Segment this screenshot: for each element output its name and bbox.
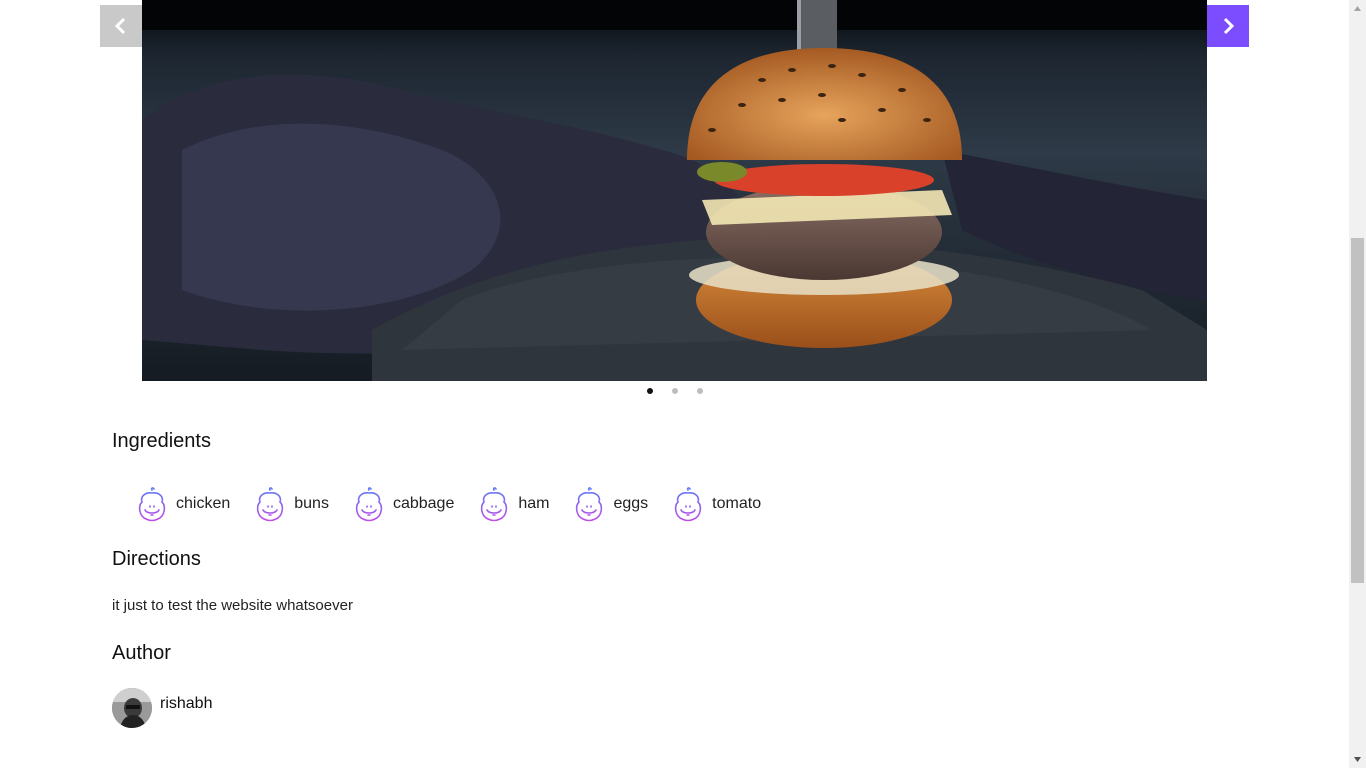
ingredient-item-chicken: chicken (134, 486, 230, 522)
ingredient-icon (351, 486, 387, 522)
ingredient-icon (252, 486, 288, 522)
carousel-indicators (100, 388, 1249, 400)
directions-text: it just to test the website whatsoever (112, 597, 353, 614)
author-name-link[interactable]: rishabh (160, 695, 212, 713)
ingredient-item-eggs: eggs (571, 486, 648, 522)
ingredient-label: tomato (712, 495, 762, 512)
ingredients-list: chicken buns cabbage ham eggs tomato (134, 486, 783, 522)
ingredient-label: chicken (176, 495, 231, 512)
scroll-up-arrow-icon[interactable] (1349, 0, 1366, 17)
ingredient-label: buns (294, 495, 329, 512)
ingredient-item-ham: ham (476, 486, 549, 522)
ingredient-label: eggs (613, 495, 649, 512)
ingredient-label: ham (518, 495, 550, 512)
ingredient-label: cabbage (392, 495, 455, 512)
carousel-dot-2[interactable] (671, 388, 678, 394)
avatar-photo (112, 688, 152, 728)
ingredient-icon (134, 486, 170, 522)
chevron-right-icon (1223, 17, 1235, 35)
recipe-page: Ingredients chicken buns cabbage ham egg… (0, 0, 1349, 768)
carousel-prev-button[interactable] (100, 5, 142, 47)
carousel-dot-3[interactable] (696, 388, 703, 394)
author-heading: Author (112, 642, 171, 664)
ingredient-icon (571, 486, 607, 522)
carousel-slide-image (142, 0, 1207, 381)
chevron-left-icon (114, 17, 126, 35)
directions-heading: Directions (112, 548, 201, 570)
ingredient-item-tomato: tomato (670, 486, 761, 522)
ingredient-icon (476, 486, 512, 522)
carousel-dot-1[interactable] (646, 388, 653, 394)
scrollbar-thumb[interactable] (1351, 238, 1364, 583)
ingredient-icon (670, 486, 706, 522)
ingredients-heading: Ingredients (112, 430, 211, 452)
avatar[interactable] (112, 688, 152, 728)
carousel-next-button[interactable] (1207, 5, 1249, 47)
burger-photo (142, 0, 1207, 381)
scroll-down-arrow-icon[interactable] (1349, 751, 1366, 768)
image-carousel (100, 0, 1249, 405)
author-block: rishabh (112, 688, 212, 728)
vertical-scrollbar[interactable] (1349, 0, 1366, 768)
ingredient-item-cabbage: cabbage (351, 486, 454, 522)
ingredient-item-buns: buns (252, 486, 329, 522)
